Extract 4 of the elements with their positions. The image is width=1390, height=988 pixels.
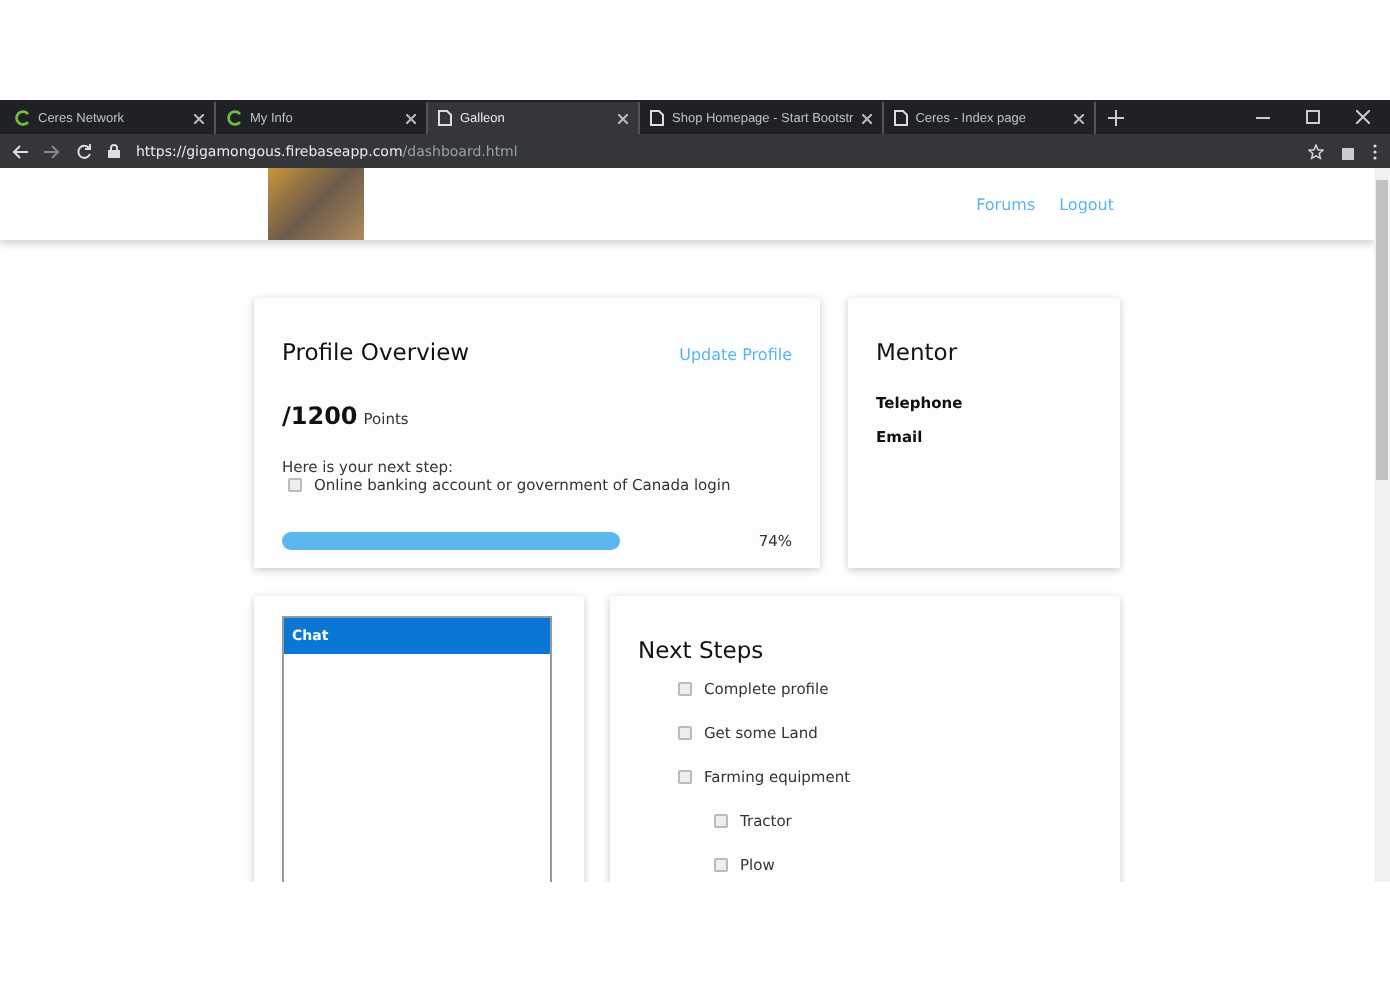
card-title: Next Steps bbox=[638, 636, 766, 664]
points-value: /1200 bbox=[282, 402, 358, 430]
card-title: Mentor bbox=[876, 338, 960, 366]
card-title: Profile Overview bbox=[282, 338, 470, 366]
